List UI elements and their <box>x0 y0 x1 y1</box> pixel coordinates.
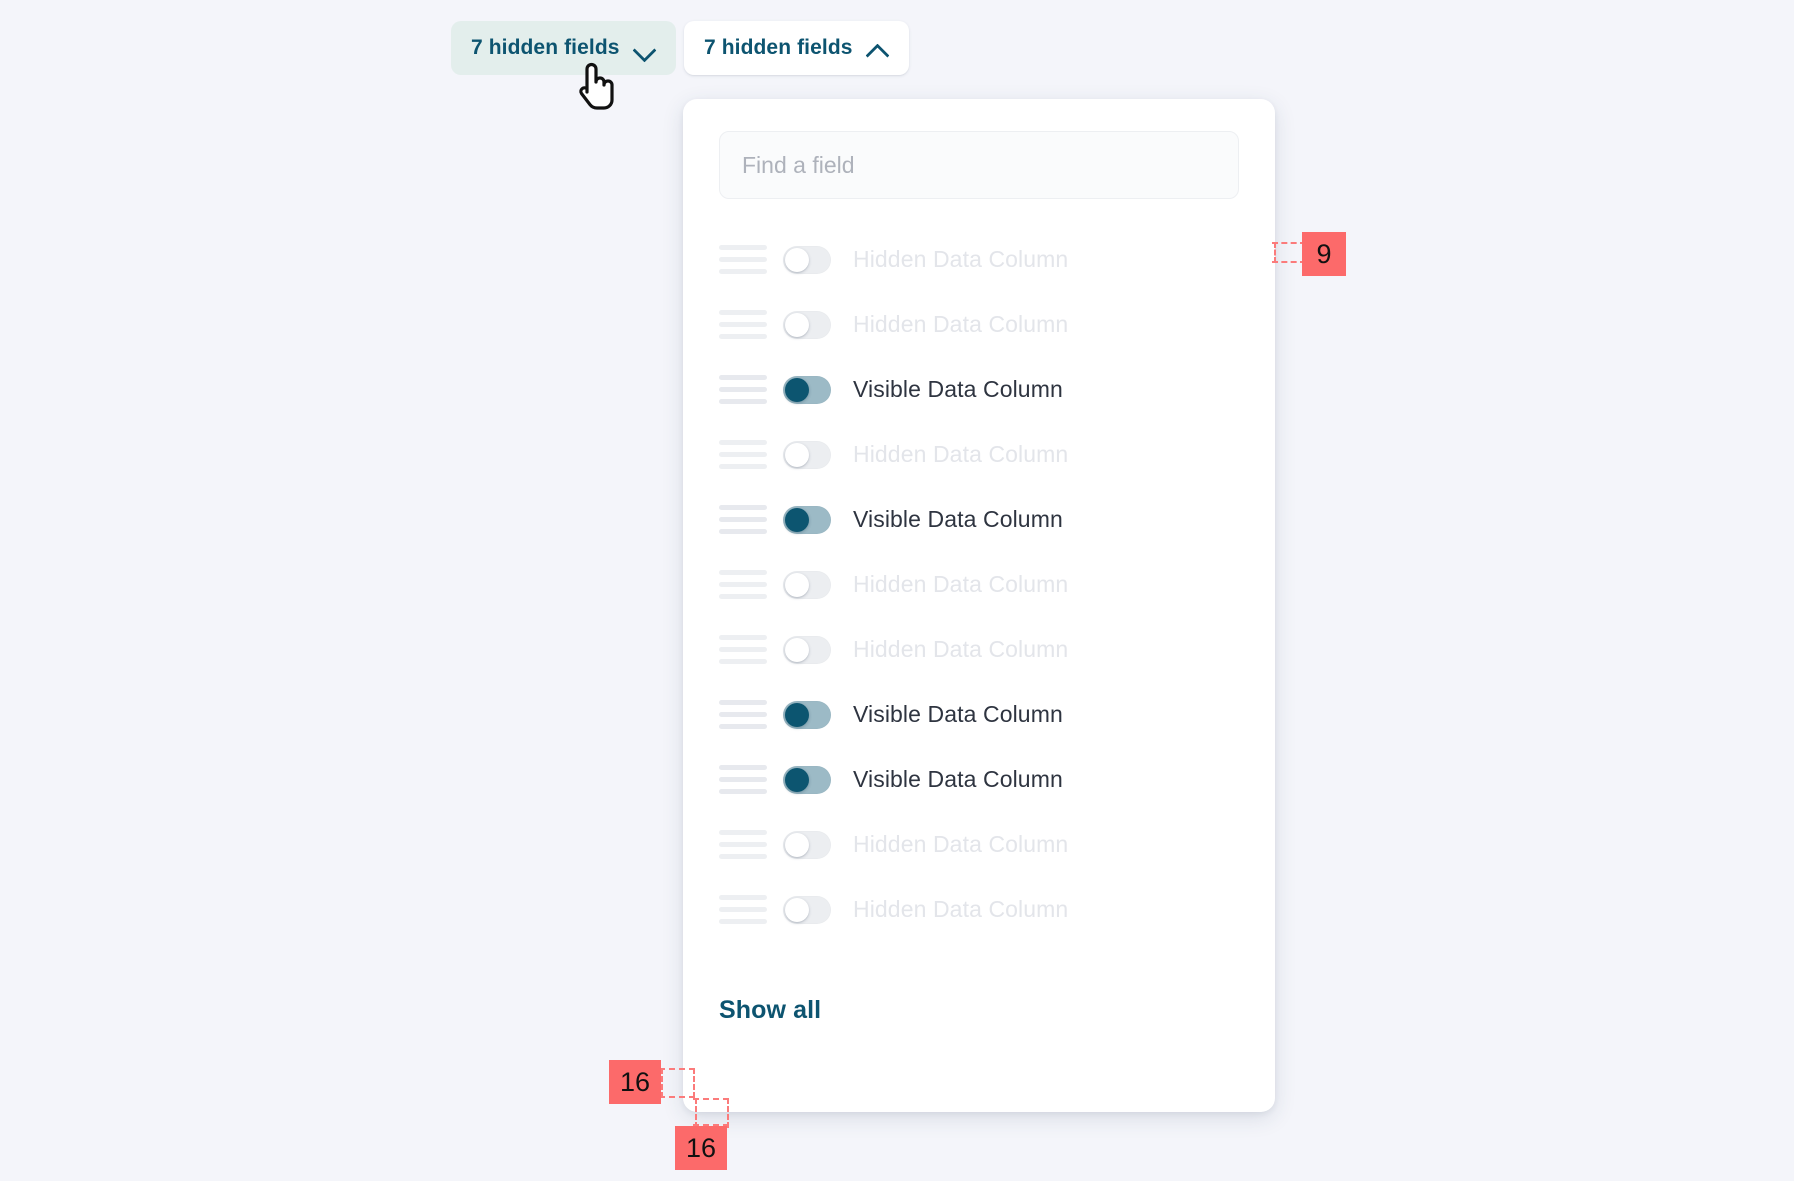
field-row[interactable]: Hidden Data Column <box>719 292 1239 357</box>
drag-handle-icon[interactable] <box>719 375 767 404</box>
field-label: Hidden Data Column <box>853 636 1069 662</box>
chevron-down-icon <box>634 37 656 59</box>
field-visibility-toggle[interactable] <box>783 765 831 794</box>
measure-line <box>1274 242 1276 263</box>
field-row[interactable]: Visible Data Column <box>719 747 1239 812</box>
field-visibility-toggle[interactable] <box>783 895 831 924</box>
drag-handle-icon[interactable] <box>719 895 767 924</box>
hidden-fields-dropdown-panel: Hidden Data Column Hidden Data Column Vi… <box>683 99 1275 1112</box>
field-visibility-toggle[interactable] <box>783 440 831 469</box>
measure-line <box>693 1098 729 1100</box>
field-row[interactable]: Hidden Data Column <box>719 422 1239 487</box>
field-label: Visible Data Column <box>853 376 1063 402</box>
measure-line <box>693 1068 695 1098</box>
measure-line <box>1272 261 1306 263</box>
field-row[interactable]: Hidden Data Column <box>719 877 1239 942</box>
field-row[interactable]: Visible Data Column <box>719 487 1239 552</box>
field-label: Hidden Data Column <box>853 441 1069 467</box>
field-visibility-toggle[interactable] <box>783 505 831 534</box>
measure-line <box>727 1098 729 1128</box>
field-visibility-toggle[interactable] <box>783 700 831 729</box>
field-list: Hidden Data Column Hidden Data Column Vi… <box>719 209 1239 942</box>
field-row[interactable]: Visible Data Column <box>719 682 1239 747</box>
field-visibility-toggle[interactable] <box>783 635 831 664</box>
field-row[interactable]: Hidden Data Column <box>719 227 1239 292</box>
measure-line <box>659 1096 695 1098</box>
field-row[interactable]: Visible Data Column <box>719 357 1239 422</box>
drag-handle-icon[interactable] <box>719 310 767 339</box>
spacing-badge-bottom-a: 16 <box>609 1060 661 1104</box>
field-row[interactable]: Hidden Data Column <box>719 812 1239 877</box>
drag-handle-icon[interactable] <box>719 245 767 274</box>
show-all-button[interactable]: Show all <box>719 996 821 1025</box>
drag-handle-icon[interactable] <box>719 635 767 664</box>
measure-line <box>659 1068 695 1070</box>
find-a-field-search-box[interactable] <box>719 131 1239 199</box>
field-visibility-toggle[interactable] <box>783 830 831 859</box>
drag-handle-icon[interactable] <box>719 440 767 469</box>
spacing-badge-bottom-b: 16 <box>675 1126 727 1170</box>
field-row[interactable]: Hidden Data Column <box>719 617 1239 682</box>
field-visibility-toggle[interactable] <box>783 310 831 339</box>
search-input[interactable] <box>742 151 1216 179</box>
hidden-fields-button-open-label: 7 hidden fields <box>704 36 853 59</box>
field-visibility-toggle[interactable] <box>783 245 831 274</box>
field-label: Hidden Data Column <box>853 246 1069 272</box>
hidden-fields-button-hover-label: 7 hidden fields <box>471 36 620 59</box>
field-label: Hidden Data Column <box>853 311 1069 337</box>
field-visibility-toggle[interactable] <box>783 375 831 404</box>
measure-line <box>1272 242 1306 244</box>
hidden-fields-button-hover[interactable]: 7 hidden fields <box>451 21 676 75</box>
spacing-badge-right: 9 <box>1302 232 1346 276</box>
measure-line <box>661 1068 663 1098</box>
drag-handle-icon[interactable] <box>719 765 767 794</box>
field-row[interactable]: Hidden Data Column <box>719 552 1239 617</box>
field-label: Hidden Data Column <box>853 831 1069 857</box>
field-visibility-toggle[interactable] <box>783 570 831 599</box>
hidden-fields-button-open[interactable]: 7 hidden fields <box>684 21 909 75</box>
drag-handle-icon[interactable] <box>719 570 767 599</box>
field-label: Hidden Data Column <box>853 571 1069 597</box>
drag-handle-icon[interactable] <box>719 505 767 534</box>
chevron-up-icon <box>867 37 889 59</box>
field-label: Hidden Data Column <box>853 896 1069 922</box>
measure-line <box>695 1098 697 1128</box>
field-label: Visible Data Column <box>853 701 1063 727</box>
field-label: Visible Data Column <box>853 766 1063 792</box>
field-label: Visible Data Column <box>853 506 1063 532</box>
trigger-button-row: 7 hidden fields 7 hidden fields <box>0 21 1794 81</box>
drag-handle-icon[interactable] <box>719 700 767 729</box>
drag-handle-icon[interactable] <box>719 830 767 859</box>
